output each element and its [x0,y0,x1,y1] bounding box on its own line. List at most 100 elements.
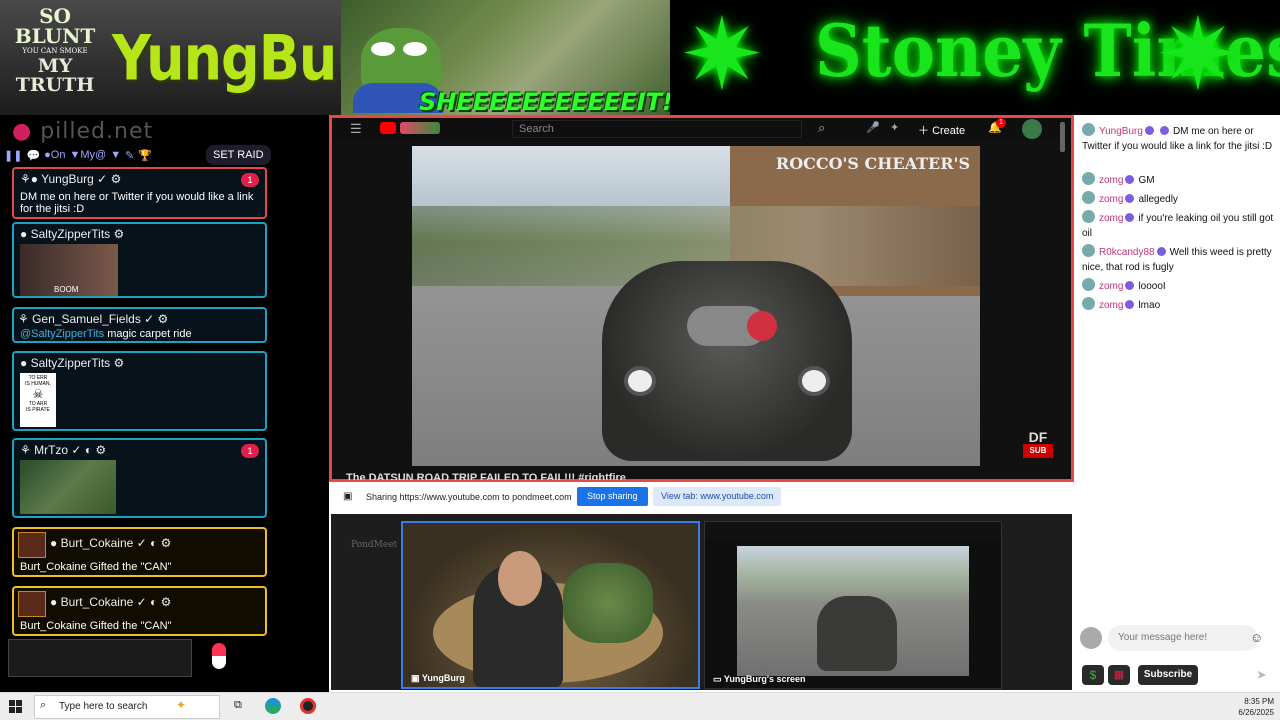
badge-icon [1125,213,1135,222]
boom-gif-image[interactable]: BOOM [20,244,118,296]
send-icon[interactable]: ➤ [1256,667,1267,683]
username-text: Burt_Cokaine [60,595,134,609]
pilled-chat-panel: ● pilled.net ❚❚ 💬 ●On ▼My@ ▼ ✎ 🏆 SET RAI… [0,115,329,692]
clock-date: 6/26/2025 [1238,708,1274,717]
chat-bubble-icon[interactable]: 💬 [26,149,40,162]
chat-message-text: Burt_Cokaine Gifted the "CAN" [20,620,172,632]
chat-username[interactable]: zomg [1099,300,1123,311]
mini-browser-header [705,522,1001,540]
chat-username[interactable]: R0kcandy88 [1099,247,1155,258]
mention-toggle[interactable]: ●On [44,149,65,161]
username-text: MrTzo [34,443,69,457]
emoji-icon[interactable]: ☺ [1250,630,1263,645]
username-text: SaltyZipperTits [30,227,111,241]
chat-username[interactable]: ● Burt_Cokaine ✓ ◐ ⚙ [50,595,171,609]
yungburg-logo: YungBurg [112,22,341,95]
edge-browser-icon[interactable] [265,698,281,714]
chat-username[interactable]: zomg [1099,175,1123,186]
building-sign: ROCCO'S CHEATER'S [775,154,970,173]
chat-message: zomg looooI [1082,278,1274,294]
taskbar-search-input[interactable]: Type here to search [34,695,220,719]
username-text: Gen_Samuel_Fields [32,312,141,326]
gift-icon[interactable]: ▦ [1108,665,1130,685]
chat-message-text: DM me on here or Twitter if you would li… [20,191,254,215]
stop-sharing-button[interactable]: Stop sharing [577,487,648,506]
badge-icon [1125,300,1135,309]
obs-app-icon[interactable] [300,698,316,714]
badge-icon [1125,194,1135,203]
trophy-icon[interactable]: 🏆 [138,149,152,162]
chat-username[interactable]: zomg [1099,194,1123,205]
badge-icon [1159,126,1169,135]
search-highlight-icon[interactable]: ✦ [176,698,186,712]
on-label: On [50,149,66,161]
youtube-video-player[interactable]: ROCCO'S CHEATER'S [412,146,980,466]
skull-icon: ☠ [32,387,44,401]
screen-share-tile[interactable]: ▭ YungBurg's screen [704,521,1002,689]
chat-username[interactable]: YungBurg [1099,126,1143,137]
chat-username[interactable]: ● Burt_Cokaine ✓ ◐ ⚙ [50,536,171,550]
chat-input[interactable] [8,639,192,677]
my-filter[interactable]: ▼My@ [69,149,106,161]
my-label: My@ [80,149,107,161]
scrollbar-thumb[interactable] [1060,122,1065,152]
mini-video-preview [737,546,969,676]
chat-username[interactable]: ⚘● YungBurg ✓ ⚙ [20,172,121,186]
chat-message: R0kcandy88 Well this weed is pretty nice,… [1082,244,1274,275]
sharing-status-text: Sharing https://www.youtube.com to pondm… [366,492,572,502]
windows-start-icon[interactable] [9,700,22,713]
pirate-meme-image[interactable]: TO ERR IS HUMAN, ☠ TO ARR IS PIRATE [20,373,56,427]
subscribe-button[interactable]: Subscribe [1138,665,1198,685]
webcam-tile[interactable]: ▣ YungBurg [401,521,700,689]
pondmeet-call-area: PondMeet ▣ YungBurg ▭ YungBurg's screen [331,514,1072,690]
stoney-times-banner: ✷ Stoney Times ✷ [670,0,1280,115]
chat-message-text: @SaltyZipperTits magic carpet ride [20,328,192,340]
filter-icon[interactable]: ▼ [110,149,121,161]
webcam-head [498,551,542,606]
task-view-icon[interactable]: ⧉ [234,699,242,712]
microphone-icon[interactable]: 🎤 [866,121,880,134]
chat-username[interactable]: ● SaltyZipperTits ⚙ [20,356,124,370]
taskbar-clock[interactable]: 8:35 PM 6/26/2025 [1238,696,1274,718]
avatar [1082,172,1095,185]
sheeit-caption: SHEEEEEEEEEEEIT! [419,88,670,115]
message-input[interactable]: Your message here! [1108,625,1258,651]
chat-message: ● Burt_Cokaine ✓ ◐ ⚙ Burt_Cokaine Gifted… [12,527,267,577]
username-text: SaltyZipperTits [30,356,111,370]
pill-icon: ● [12,119,33,144]
pause-icon[interactable]: ❚❚ [4,149,22,162]
forest-gif-image[interactable] [20,460,116,514]
share-screen-icon: ▣ [343,491,353,502]
screen: SO BLUNT YOU CAN SMOKE MY TRUTH YungBurg… [0,0,1280,720]
extension-icon[interactable]: ✦ [890,121,899,134]
my-avatar[interactable] [1080,627,1102,649]
avatar[interactable] [1022,119,1042,139]
chat-username[interactable]: zomg [1099,281,1123,292]
youtube-search-input[interactable]: Search [512,120,802,138]
chat-username[interactable]: ● SaltyZipperTits ⚙ [20,227,124,241]
pill-send-icon[interactable] [212,643,226,669]
chat-message: ● Burt_Cokaine ✓ ◐ ⚙ Burt_Cokaine Gifted… [12,586,267,636]
youtube-logo-icon[interactable] [380,122,396,134]
dollar-icon[interactable]: $ [1082,665,1104,685]
pencil-icon[interactable]: ✎ [125,149,134,162]
username-text: Burt_Cokaine [60,536,134,550]
create-button[interactable]: ＋ Create [918,122,965,138]
set-raid-button[interactable]: SET RAID [206,145,271,165]
chat-username[interactable]: ⚘ MrTzo ✓ ◐ ⚙ [20,443,106,457]
hamburger-menu-icon[interactable]: ☰ [350,121,362,137]
avatar [1082,297,1095,310]
view-tab-button[interactable]: View tab: www.youtube.com [653,487,782,506]
chat-username[interactable]: zomg [1099,213,1123,224]
meme-line: IS PIRATE [26,407,50,413]
search-icon[interactable]: ⌕ [818,120,825,136]
so-blunt-logo: SO BLUNT YOU CAN SMOKE MY TRUTH [10,6,100,95]
badge-icon [1125,281,1135,290]
chat-message-text: lmao [1138,300,1161,311]
mention-link[interactable]: @SaltyZipperTits [20,328,104,340]
youtube-doodle-logo[interactable] [400,122,440,134]
df-sub-watermark: DF SUB [1023,430,1053,458]
avatar [1082,278,1095,291]
chat-username[interactable]: ⚘ Gen_Samuel_Fields ✓ ⚙ [18,312,168,326]
webcam-label: ▣ YungBurg [411,673,465,683]
